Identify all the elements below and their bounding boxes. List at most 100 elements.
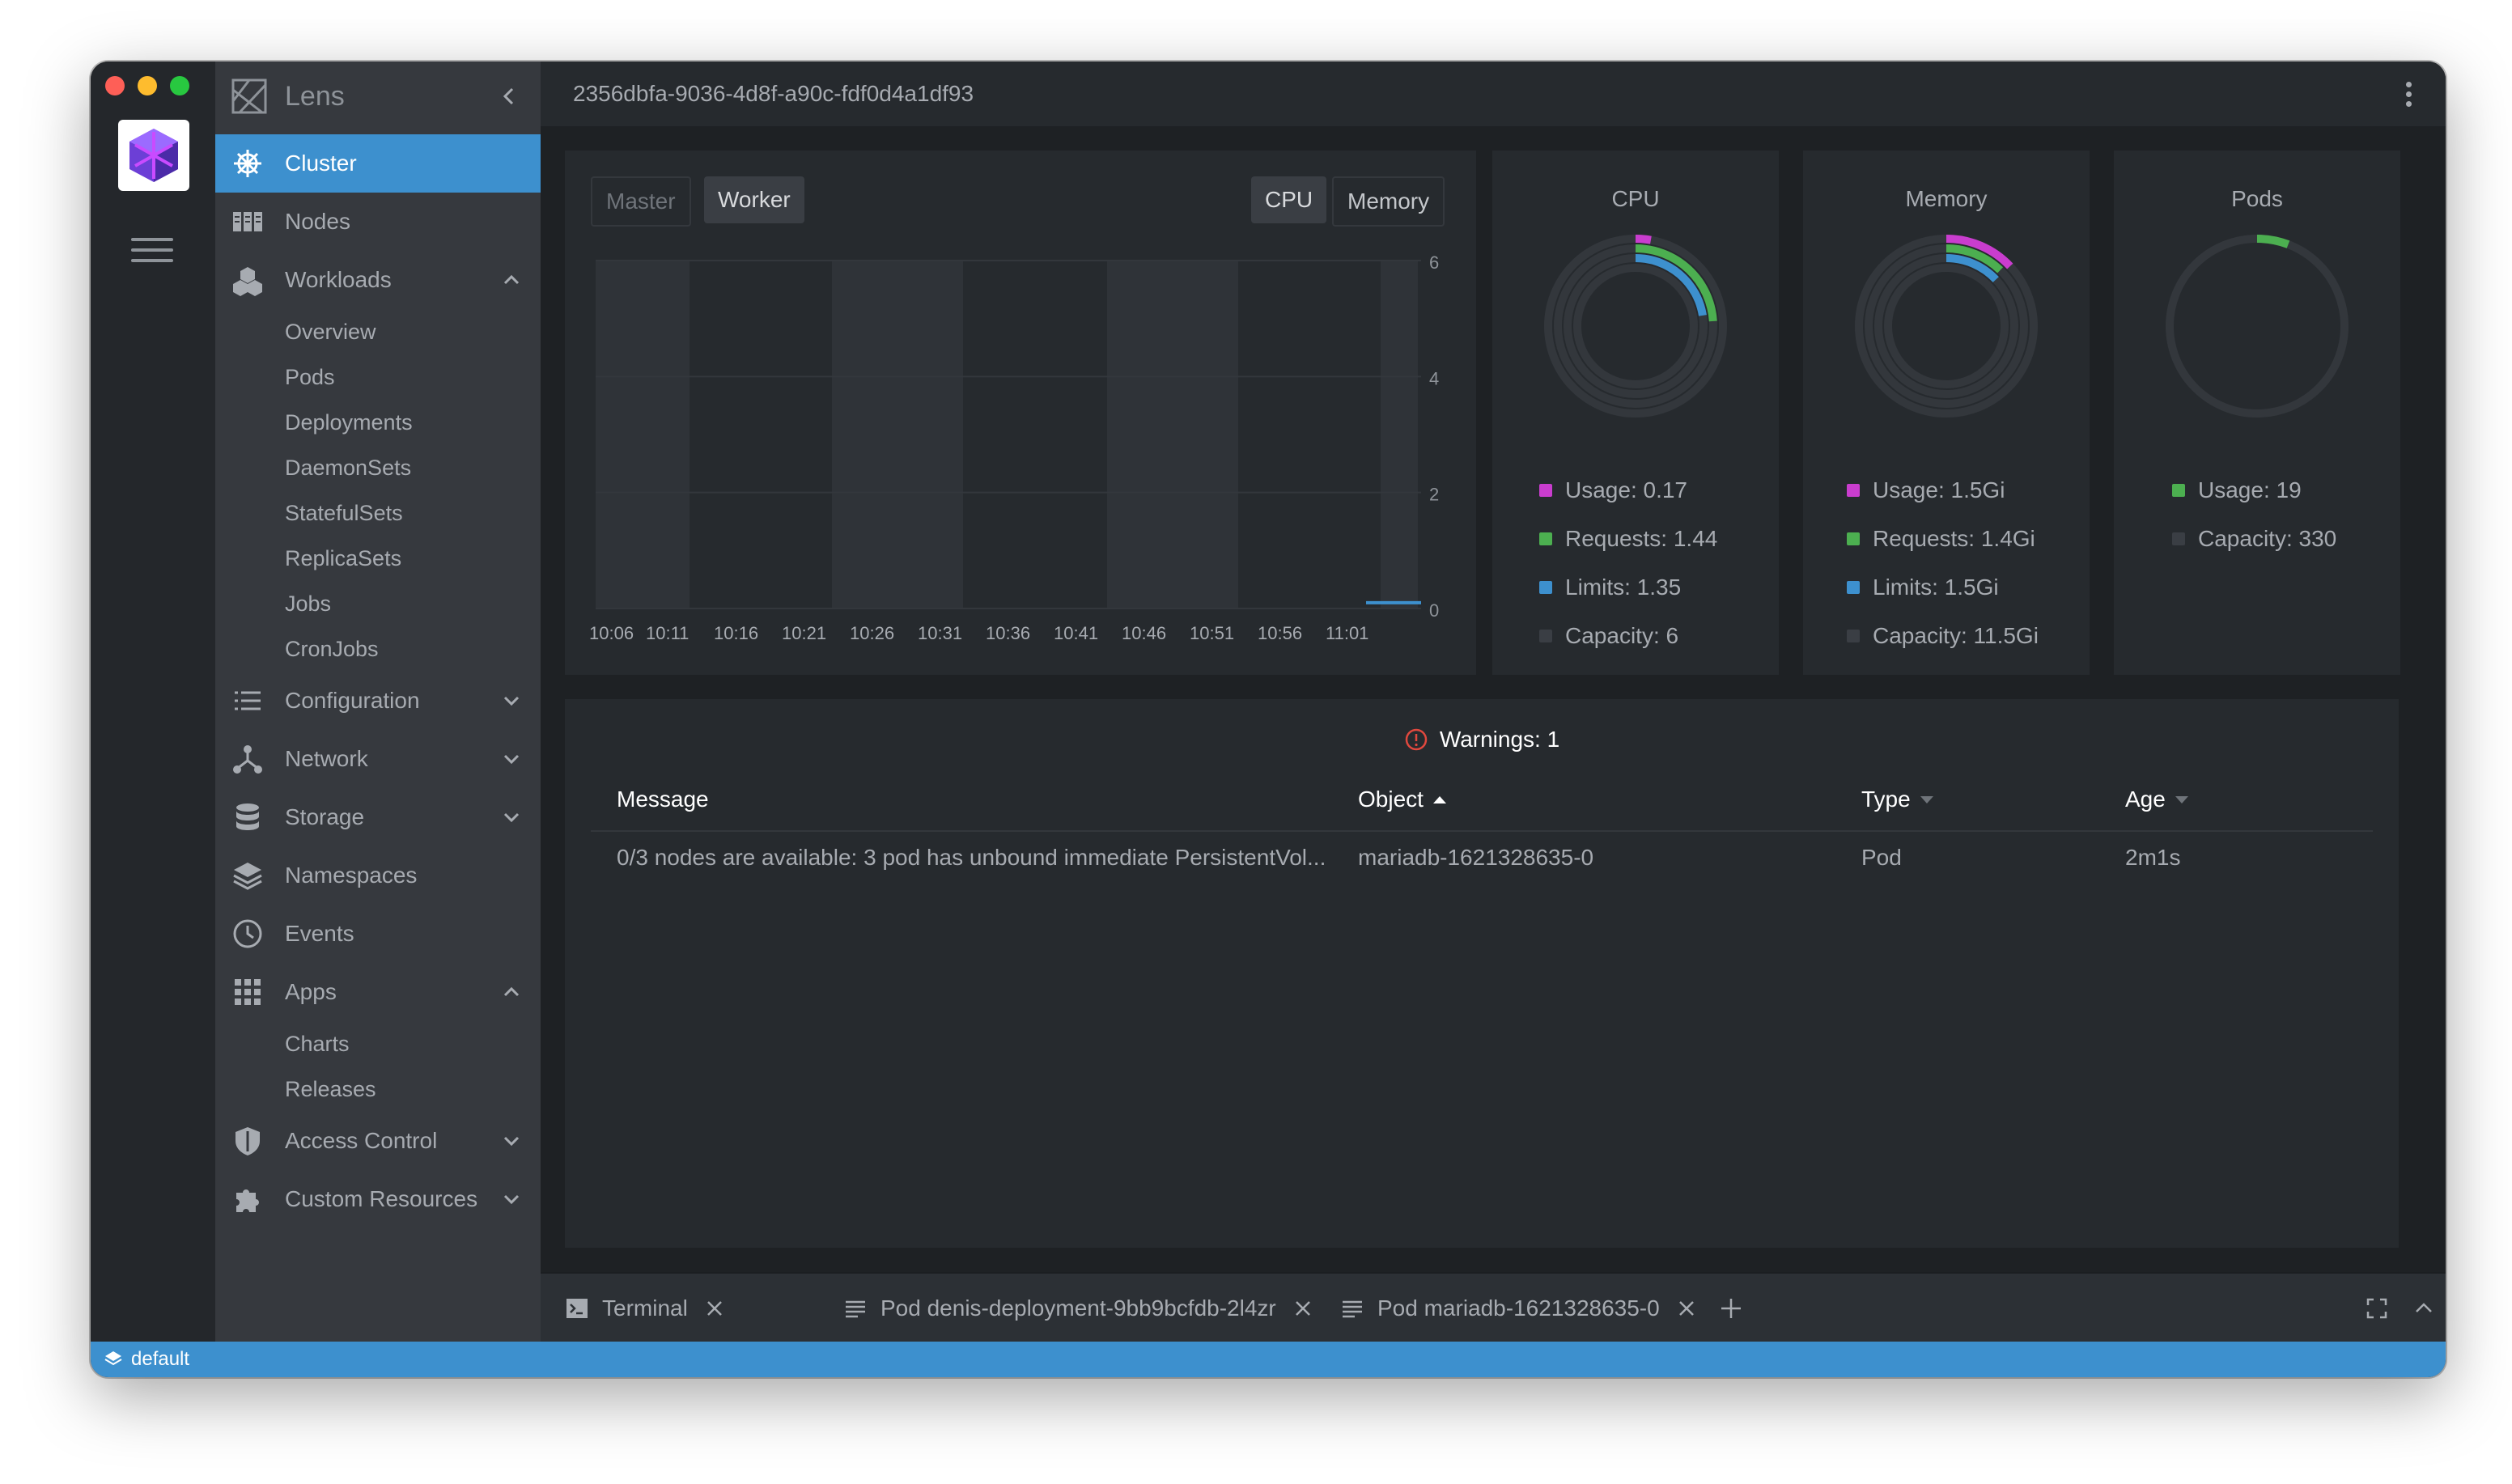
sidebar-nav: Cluster Nodes Workloads Overview Pods De… [215,134,541,1228]
column-header-label: Type [1861,787,1911,812]
legend-swatch [2172,532,2185,545]
x-tick-label: 11:01 [1326,623,1368,643]
event-object-link[interactable]: mariadb-1621328635-0 [1358,845,1593,871]
chevron-down-icon[interactable] [500,806,523,829]
close-tab-icon[interactable] [1292,1298,1313,1319]
maximize-window-button[interactable] [170,76,189,95]
collapse-sidebar-icon[interactable] [494,81,524,112]
dock-tab-pod-logs-mariadb[interactable]: Pod mariadb-1621328635-0 [1340,1274,1697,1343]
sidebar-item-configuration[interactable]: Configuration [215,672,541,730]
legend-item: Capacity: 6 [1539,612,1717,660]
legend-swatch [1539,532,1552,545]
sidebar-item-label: Events [285,921,354,946]
pods-legend: Usage: 19 Capacity: 330 [2172,466,2336,563]
terminal-icon [566,1299,588,1318]
dock-tab-terminal[interactable]: Terminal [565,1274,725,1343]
more-options-icon[interactable] [2404,79,2413,108]
dock-tab-pod-logs-denis[interactable]: Pod denis-deployment-9bb9bcfdb-2l4zr [843,1274,1313,1343]
sidebar-item-namespaces[interactable]: Namespaces [215,846,541,905]
cpu-legend: Usage: 0.17 Requests: 1.44 Limits: 1.35 … [1539,466,1717,660]
donut-track [2166,235,2349,418]
legend-item: Usage: 0.17 [1539,466,1717,515]
close-tab-icon[interactable] [1676,1298,1697,1319]
clock-icon [230,916,265,952]
y-tick-label: 6 [1429,252,1439,273]
chevron-down-icon[interactable] [500,689,523,712]
fullscreen-icon[interactable] [2365,1296,2389,1321]
cluster-avatar-icon[interactable] [118,120,189,191]
sidebar-item-network[interactable]: Network [215,730,541,788]
sidebar-header: Lens [215,61,541,131]
database-icon [230,799,265,835]
legend-item: Requests: 1.4Gi [1847,515,2039,563]
legend-item: Limits: 1.5Gi [1847,563,2039,612]
sidebar-subitem-cronjobs[interactable]: CronJobs [215,626,541,672]
sidebar-item-access-control[interactable]: Access Control [215,1112,541,1170]
sidebar-item-label: Nodes [285,209,350,234]
donut-title: CPU [1611,186,1660,211]
y-tick-label: 4 [1429,368,1439,388]
legend-label: Requests: 1.4Gi [1873,526,2035,551]
main-content: 2356dbfa-9036-4d8f-a90c-fdf0d4a1df93 Mas… [541,61,2446,1343]
chevron-down-icon[interactable] [500,1188,523,1211]
column-header-type[interactable]: Type [1861,787,1933,812]
sidebar-item-label: Cluster [285,151,357,176]
dock-tab-label: Pod mariadb-1621328635-0 [1377,1295,1660,1321]
legend-item: Capacity: 330 [2172,515,2336,563]
close-window-button[interactable] [105,76,125,95]
new-tab-plus-icon[interactable] [1719,1296,1743,1321]
sidebar-subitem-pods[interactable]: Pods [215,354,541,400]
sidebar-item-cluster[interactable]: Cluster [215,134,541,193]
pods-donut-panel: Pods Usage: 19 Capacity: 330 [2114,151,2400,675]
main-header: 2356dbfa-9036-4d8f-a90c-fdf0d4a1df93 [541,61,2446,126]
legend-item: Capacity: 11.5Gi [1847,612,2039,660]
sort-descending-icon [1920,795,1933,803]
sidebar-subitem-jobs[interactable]: Jobs [215,581,541,626]
bottom-dock: Terminal Pod denis-deployment-9bb9bcfdb-… [541,1272,2446,1343]
warnings-count: Warnings: 1 [1439,727,1560,752]
donut-arc [2256,235,2290,248]
chart-band [596,261,690,608]
sidebar-subitem-releases[interactable]: Releases [215,1066,541,1112]
x-tick-label: 10:46 [1122,623,1166,643]
helm-wheel-icon [230,146,265,181]
sidebar-subitem-deployments[interactable]: Deployments [215,400,541,445]
sidebar-subitem-replicasets[interactable]: ReplicaSets [215,536,541,581]
event-message-cell[interactable]: 0/3 nodes are available: 3 pod has unbou… [617,845,1337,871]
chart-band [1381,261,1418,608]
column-header-message[interactable]: Message [617,787,709,812]
sidebar-item-events[interactable]: Events [215,905,541,963]
sidebar-item-nodes[interactable]: Nodes [215,193,541,251]
column-header-age[interactable]: Age [2125,787,2188,812]
current-namespace-context[interactable]: default [131,1348,189,1371]
x-tick-label: 10:41 [1054,623,1098,643]
sidebar-subitem-overview[interactable]: Overview [215,309,541,354]
donut-track [1884,264,2009,388]
column-header-object[interactable]: Object [1358,787,1446,812]
sort-descending-icon [2175,795,2188,803]
sidebar-subitem-daemonsets[interactable]: DaemonSets [215,445,541,490]
chevron-down-icon[interactable] [500,1130,523,1152]
chevron-up-icon[interactable] [500,269,523,291]
x-tick-label: 10:36 [986,623,1030,643]
sidebar-item-label: Namespaces [285,863,418,888]
legend-swatch [2172,484,2185,497]
sidebar-subitem-statefulsets[interactable]: StatefulSets [215,490,541,536]
sidebar-item-custom-resources[interactable]: Custom Resources [215,1170,541,1228]
x-tick-label: 10:51 [1190,623,1234,643]
sidebar-subitem-charts[interactable]: Charts [215,1021,541,1066]
legend-swatch [1539,630,1552,642]
hotbar-menu-icon[interactable] [131,238,173,265]
layers-icon [230,858,265,893]
sidebar-item-apps[interactable]: Apps [215,963,541,1021]
legend-swatch [1847,581,1860,594]
close-tab-icon[interactable] [704,1298,725,1319]
donut-track [1573,264,1698,388]
sidebar-item-storage[interactable]: Storage [215,788,541,846]
sidebar-item-workloads[interactable]: Workloads [215,251,541,309]
minimize-window-button[interactable] [138,76,157,95]
chevron-up-icon[interactable] [2412,1296,2436,1321]
column-header-label: Age [2125,787,2166,812]
chevron-up-icon[interactable] [500,981,523,1003]
chevron-down-icon[interactable] [500,748,523,770]
